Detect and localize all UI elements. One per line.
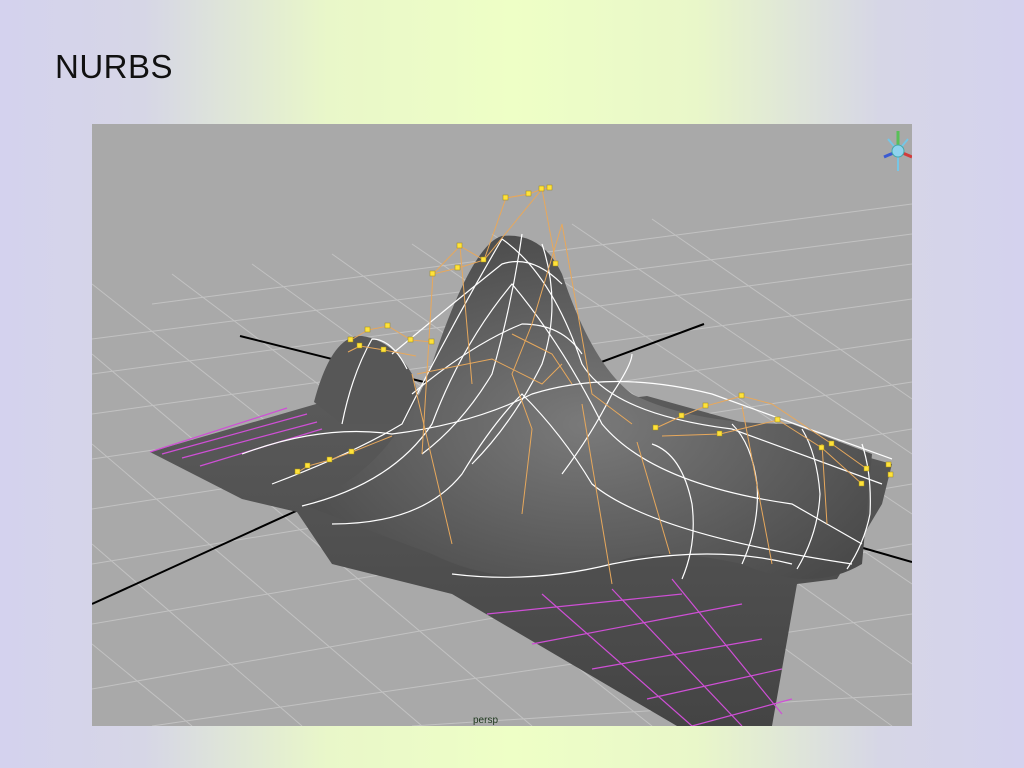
- nurbs-surface[interactable]: [150, 235, 892, 726]
- viewport-canvas[interactable]: [92, 124, 912, 726]
- slide-title: NURBS: [55, 48, 174, 85]
- view-axis-gizmo-icon[interactable]: [883, 131, 912, 171]
- surface-side-bump[interactable]: [314, 335, 427, 424]
- perspective-viewport[interactable]: persp: [92, 124, 912, 726]
- camera-label: persp: [473, 715, 499, 726]
